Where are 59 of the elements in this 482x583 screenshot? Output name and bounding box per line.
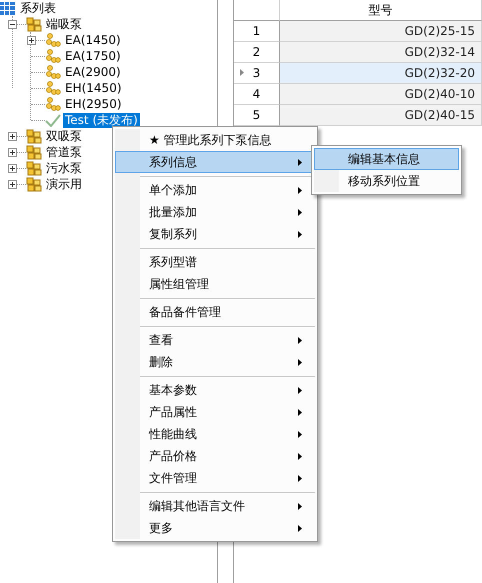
menu-item[interactable]: ★ 管理此系列下泵信息 [115,129,315,151]
table-cell[interactable]: GD(2)40-10 [280,84,482,105]
table-cell[interactable]: GD(2)32-20 [280,63,482,84]
cubes-icon [26,160,42,176]
row-number: 5 [252,108,260,122]
expand-icon[interactable] [8,180,17,188]
menu-item[interactable]: 性能曲线 [115,423,315,445]
menu-item[interactable]: 基本参数 [115,379,315,401]
menu-item[interactable]: 备品备件管理 [115,301,315,323]
tree-item[interactable]: EA(1450) [63,32,123,48]
menu-item[interactable]: 产品属性 [115,401,315,423]
tree-item[interactable]: EA(2900) [63,64,123,80]
tree-item[interactable]: 双吸泵 [44,128,84,144]
row-number: 4 [252,87,260,101]
menu-item[interactable]: 单个添加 [115,179,315,201]
coins-icon [45,80,61,96]
cubes-icon [26,16,42,32]
coins-icon [45,96,61,112]
row-number: 3 [252,66,260,80]
tree-item[interactable]: 演示用 [44,176,84,192]
cubes-icon [26,176,42,192]
cubes-icon [26,144,42,160]
menu-item[interactable]: 移动系列位置 [314,170,459,192]
tree-item[interactable]: 系列表 [18,0,58,16]
menu-item[interactable]: 删除 [115,351,315,373]
coins-icon [45,64,61,80]
tree-item[interactable]: EH(1450) [63,80,124,96]
menu-item[interactable]: 更多 [115,517,315,539]
table-cell[interactable]: GD(2)25-15 [280,21,482,42]
expand-icon[interactable] [8,148,17,156]
grid-icon [0,2,15,14]
menu-item[interactable]: 产品价格 [115,445,315,467]
menu-item[interactable]: 查看 [115,329,315,351]
menu-item[interactable]: 文件管理 [115,467,315,489]
table-cell[interactable]: GD(2)40-15 [280,105,482,126]
coins-icon [45,32,61,48]
coins-icon [45,48,61,64]
tree-item[interactable]: EH(2950) [63,96,124,112]
expand-icon[interactable] [8,164,17,172]
row-number: 2 [252,45,260,59]
menu-item[interactable]: 属性组管理 [115,273,315,295]
tree-item[interactable]: 管道泵 [44,144,84,160]
check-icon [45,113,61,127]
tree-item[interactable]: 污水泵 [44,160,84,176]
tree-item[interactable]: Test (未发布) [63,112,140,128]
row-number: 1 [252,24,260,38]
menu-item[interactable]: 编辑基本信息 [314,148,459,170]
menu-item[interactable]: 编辑其他语言文件 [115,495,315,517]
column-header[interactable]: 型号 [280,0,482,21]
collapse-icon[interactable] [8,20,17,28]
menu-item[interactable]: 系列型谱 [115,251,315,273]
expand-icon[interactable] [27,36,36,44]
table-cell[interactable]: GD(2)32-14 [280,42,482,63]
expand-icon[interactable] [8,132,17,140]
cubes-icon [26,128,42,144]
tree-item[interactable]: 端吸泵 [44,16,84,32]
menu-item[interactable]: 批量添加 [115,201,315,223]
tree-item[interactable]: EA(1750) [63,48,123,64]
menu-item[interactable]: 复制系列 [115,223,315,245]
